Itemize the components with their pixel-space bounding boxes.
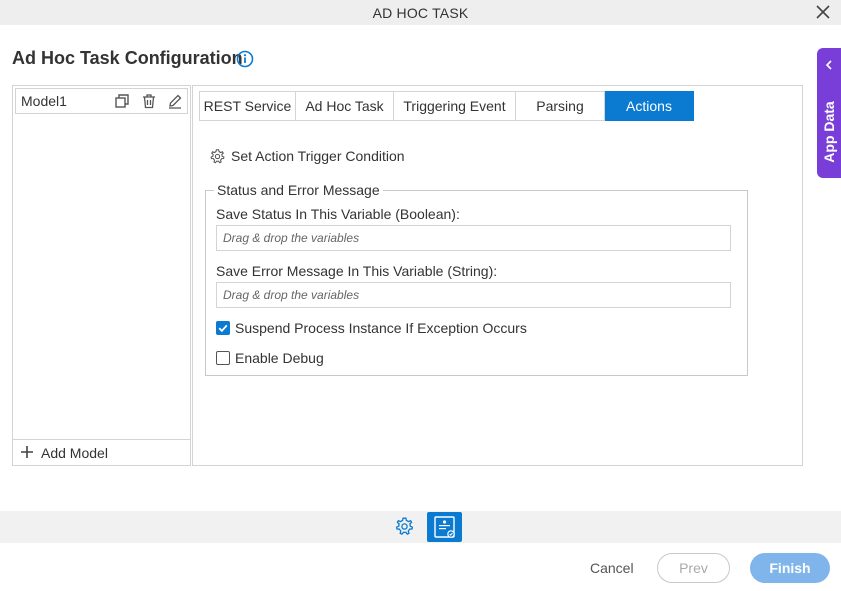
add-model-label: Add Model [41,445,108,461]
gear-icon [210,149,225,164]
cancel-button[interactable]: Cancel [590,560,634,576]
tab-label: REST Service [203,98,292,114]
tab-rest-service[interactable]: REST Service [199,91,296,121]
close-icon[interactable] [815,4,831,20]
status-variable-field[interactable]: Drag & drop the variables [216,225,731,251]
tab-ad-hoc-task[interactable]: Ad Hoc Task [296,91,394,121]
enable-debug-checkbox[interactable] [216,351,230,365]
tab-label: Actions [626,98,672,114]
add-model-button[interactable]: Add Model [13,439,190,465]
prev-label: Prev [679,560,708,576]
error-variable-field[interactable]: Drag & drop the variables [216,282,731,308]
tab-actions[interactable]: Actions [605,91,694,121]
check-icon [218,324,228,333]
page-title: Ad Hoc Task Configuration [12,48,243,68]
suspend-process-label: Suspend Process Instance If Exception Oc… [235,320,527,336]
app-data-panel-toggle[interactable]: App Data [817,48,841,178]
model-list-panel: Model1 Add Model [12,85,191,466]
tab-triggering-event[interactable]: Triggering Event [394,91,516,121]
window-titlebar: AD HOC TASK [0,0,841,25]
model-name: Model1 [21,93,67,109]
finish-label: Finish [769,560,811,576]
plus-icon [21,446,33,458]
status-error-fieldset: Status and Error Message Save Status In … [205,182,748,376]
copy-icon[interactable] [114,93,130,109]
app-data-label: App Data [821,101,837,163]
info-icon[interactable] [236,50,254,68]
config-panel: REST Service Ad Hoc Task Triggering Even… [192,85,803,466]
edit-icon[interactable] [167,93,183,109]
error-variable-placeholder: Drag & drop the variables [223,288,360,302]
tab-bar: REST Service Ad Hoc Task Triggering Even… [199,91,694,121]
app-config-icon [434,516,455,538]
status-variable-placeholder: Drag & drop the variables [223,231,360,245]
suspend-process-checkbox[interactable] [216,321,230,335]
fieldset-legend: Status and Error Message [214,182,383,198]
enable-debug-label: Enable Debug [235,350,324,366]
window-title: AD HOC TASK [372,5,469,21]
bottom-toolbar [0,511,841,543]
settings-icon[interactable] [394,516,415,537]
tab-label: Parsing [536,98,584,114]
set-action-trigger-label: Set Action Trigger Condition [231,148,405,164]
tab-label: Ad Hoc Task [305,98,384,114]
delete-icon[interactable] [141,93,157,109]
error-variable-label: Save Error Message In This Variable (Str… [216,263,498,279]
prev-button[interactable]: Prev [657,553,730,583]
status-variable-label: Save Status In This Variable (Boolean): [216,206,460,222]
tab-parsing[interactable]: Parsing [516,91,605,121]
finish-button[interactable]: Finish [750,553,830,583]
tab-label: Triggering Event [403,98,506,114]
app-config-button[interactable] [427,512,462,542]
model-item[interactable]: Model1 [15,88,188,114]
chevron-left-icon [825,60,832,70]
